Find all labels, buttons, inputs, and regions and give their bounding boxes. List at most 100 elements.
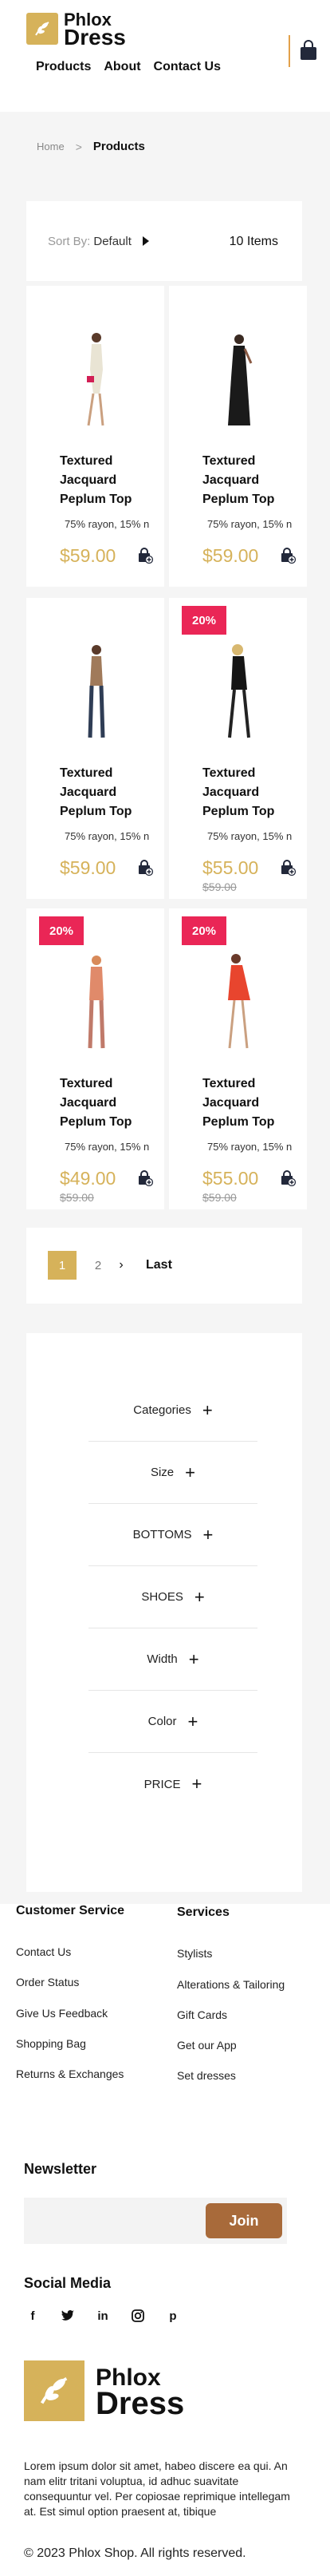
footer-link[interactable]: Give Us Feedback <box>16 2007 108 2020</box>
instagram-icon[interactable] <box>129 2307 147 2325</box>
product-image[interactable] <box>58 626 134 746</box>
footer-link[interactable]: Gift Cards <box>177 2008 227 2021</box>
pinterest-icon[interactable]: p <box>164 2307 182 2325</box>
breadcrumb: Home > Products <box>37 140 145 153</box>
product-card[interactable]: 20% Textured Jacquard Peplum Top 75% ray… <box>169 908 307 1209</box>
product-image[interactable] <box>58 936 134 1056</box>
newsletter-heading: Newsletter <box>24 2161 97 2177</box>
footer-link[interactable]: Stylists <box>177 1947 212 1960</box>
product-title[interactable]: Textured Jacquard Peplum Top <box>202 764 290 821</box>
filter-price[interactable]: PRICE + <box>88 1753 257 1815</box>
product-card[interactable]: Textured Jacquard Peplum Top 75% rayon, … <box>169 286 307 587</box>
product-image[interactable] <box>201 936 277 1056</box>
filter-categories[interactable]: Categories + <box>88 1379 257 1442</box>
leaf-logo-icon <box>24 2360 84 2421</box>
filter-label: Color <box>147 1715 177 1728</box>
caret-right-icon[interactable] <box>143 236 149 246</box>
add-to-cart-icon[interactable] <box>137 860 154 880</box>
newsletter-form: Join <box>24 2198 287 2244</box>
facebook-icon[interactable]: f <box>24 2307 41 2325</box>
product-desc: 75% rayon, 15% n <box>207 1141 293 1153</box>
product-image[interactable] <box>201 314 277 433</box>
leaf-logo-icon <box>26 13 58 45</box>
plus-icon: + <box>187 1711 198 1731</box>
footer-brand-name: Phlox Dress <box>96 2365 185 2421</box>
add-to-cart-icon[interactable] <box>137 548 154 568</box>
cart-icon[interactable] <box>300 40 317 65</box>
product-old-price: $59.00 <box>60 1191 94 1204</box>
product-old-price: $59.00 <box>202 1191 237 1204</box>
product-title[interactable]: Textured Jacquard Peplum Top <box>202 452 290 509</box>
filter-label: PRICE <box>143 1777 181 1791</box>
product-desc: 75% rayon, 15% n <box>207 830 293 842</box>
page-1-button[interactable]: 1 <box>48 1251 77 1280</box>
filter-label: Width <box>147 1652 178 1666</box>
product-desc: 75% rayon, 15% n <box>207 518 293 530</box>
main-nav: Products About Contact Us <box>36 60 221 74</box>
filter-shoes[interactable]: SHOES + <box>88 1566 257 1628</box>
brand-name: Phlox Dress <box>64 11 126 49</box>
product-price: $59.00 <box>60 857 116 878</box>
product-card[interactable]: Textured Jacquard Peplum Top 75% rayon, … <box>26 286 164 587</box>
plus-icon: + <box>191 1774 202 1794</box>
footer-logo[interactable]: Phlox Dress <box>24 2360 184 2421</box>
product-price: $59.00 <box>202 545 259 566</box>
filter-panel: Categories + Size + BOTTOMS + SHOES + Width +… <box>26 1333 302 1892</box>
filter-color[interactable]: Color + <box>88 1691 257 1753</box>
filter-width[interactable]: Width + <box>88 1628 257 1691</box>
next-page-icon[interactable]: › <box>112 1251 131 1280</box>
plus-icon: + <box>188 1648 199 1669</box>
brand-logo[interactable]: Phlox Dress <box>26 11 126 49</box>
breadcrumb-separator: > <box>75 140 82 153</box>
product-image[interactable] <box>58 314 134 433</box>
last-page-button[interactable]: Last <box>146 1251 172 1280</box>
footer-link[interactable]: Get our App <box>177 2039 237 2052</box>
filter-size[interactable]: Size + <box>88 1442 257 1504</box>
join-button[interactable]: Join <box>206 2203 282 2238</box>
filter-label: Categories <box>133 1403 191 1417</box>
product-title[interactable]: Textured Jacquard Peplum Top <box>202 1074 290 1132</box>
nav-contact[interactable]: Contact Us <box>154 60 221 74</box>
product-image[interactable] <box>201 626 277 746</box>
social-media-heading: Social Media <box>24 2275 112 2291</box>
filter-label: BOTTOMS <box>132 1528 192 1541</box>
newsletter-email-input[interactable] <box>30 2204 198 2238</box>
filter-bottoms[interactable]: BOTTOMS + <box>88 1504 257 1566</box>
product-card[interactable]: 20% Textured Jacquard Peplum Top 75% ray… <box>26 908 164 1209</box>
footer-link[interactable]: Contact Us <box>16 1945 71 1958</box>
breadcrumb-home[interactable]: Home <box>37 140 65 152</box>
linkedin-icon[interactable]: in <box>94 2307 112 2325</box>
plus-icon: + <box>185 1462 196 1482</box>
filter-label: SHOES <box>141 1590 183 1604</box>
footer-link[interactable]: Set dresses <box>177 2069 236 2082</box>
product-old-price: $59.00 <box>202 880 237 893</box>
footer-link[interactable]: Alterations & Tailoring <box>177 1978 285 1991</box>
add-to-cart-icon[interactable] <box>137 1170 154 1190</box>
product-desc: 75% rayon, 15% n <box>65 518 150 530</box>
product-title[interactable]: Textured Jacquard Peplum Top <box>60 764 147 821</box>
add-to-cart-icon[interactable] <box>280 860 297 880</box>
product-price: $49.00 <box>60 1168 116 1189</box>
footer-link[interactable]: Shopping Bag <box>16 2037 86 2050</box>
footer-brand-line2: Dress <box>96 2386 185 2421</box>
product-price: $55.00 <box>202 1168 259 1189</box>
product-desc: 75% rayon, 15% n <box>65 830 150 842</box>
sort-dropdown[interactable]: Sort By: Default <box>48 235 132 248</box>
item-count: 10 Items <box>229 235 278 248</box>
nav-products[interactable]: Products <box>36 60 91 74</box>
twitter-icon[interactable] <box>59 2307 77 2325</box>
services-heading: Services <box>177 1905 230 1919</box>
footer-link[interactable]: Returns & Exchanges <box>16 2068 124 2080</box>
product-title[interactable]: Textured Jacquard Peplum Top <box>60 452 147 509</box>
page-2-button[interactable]: 2 <box>88 1251 108 1280</box>
add-to-cart-icon[interactable] <box>280 1170 297 1190</box>
footer-link[interactable]: Order Status <box>16 1976 79 1988</box>
product-card[interactable]: Textured Jacquard Peplum Top 75% rayon, … <box>26 598 164 899</box>
copyright: © 2023 Phlox Shop. All rights reserved. <box>24 2546 246 2560</box>
product-price: $55.00 <box>202 857 259 878</box>
nav-about[interactable]: About <box>104 60 140 74</box>
product-card[interactable]: 20% Textured Jacquard Peplum Top 75% ray… <box>169 598 307 899</box>
social-links: f in p <box>24 2307 182 2325</box>
product-title[interactable]: Textured Jacquard Peplum Top <box>60 1074 147 1132</box>
add-to-cart-icon[interactable] <box>280 548 297 568</box>
